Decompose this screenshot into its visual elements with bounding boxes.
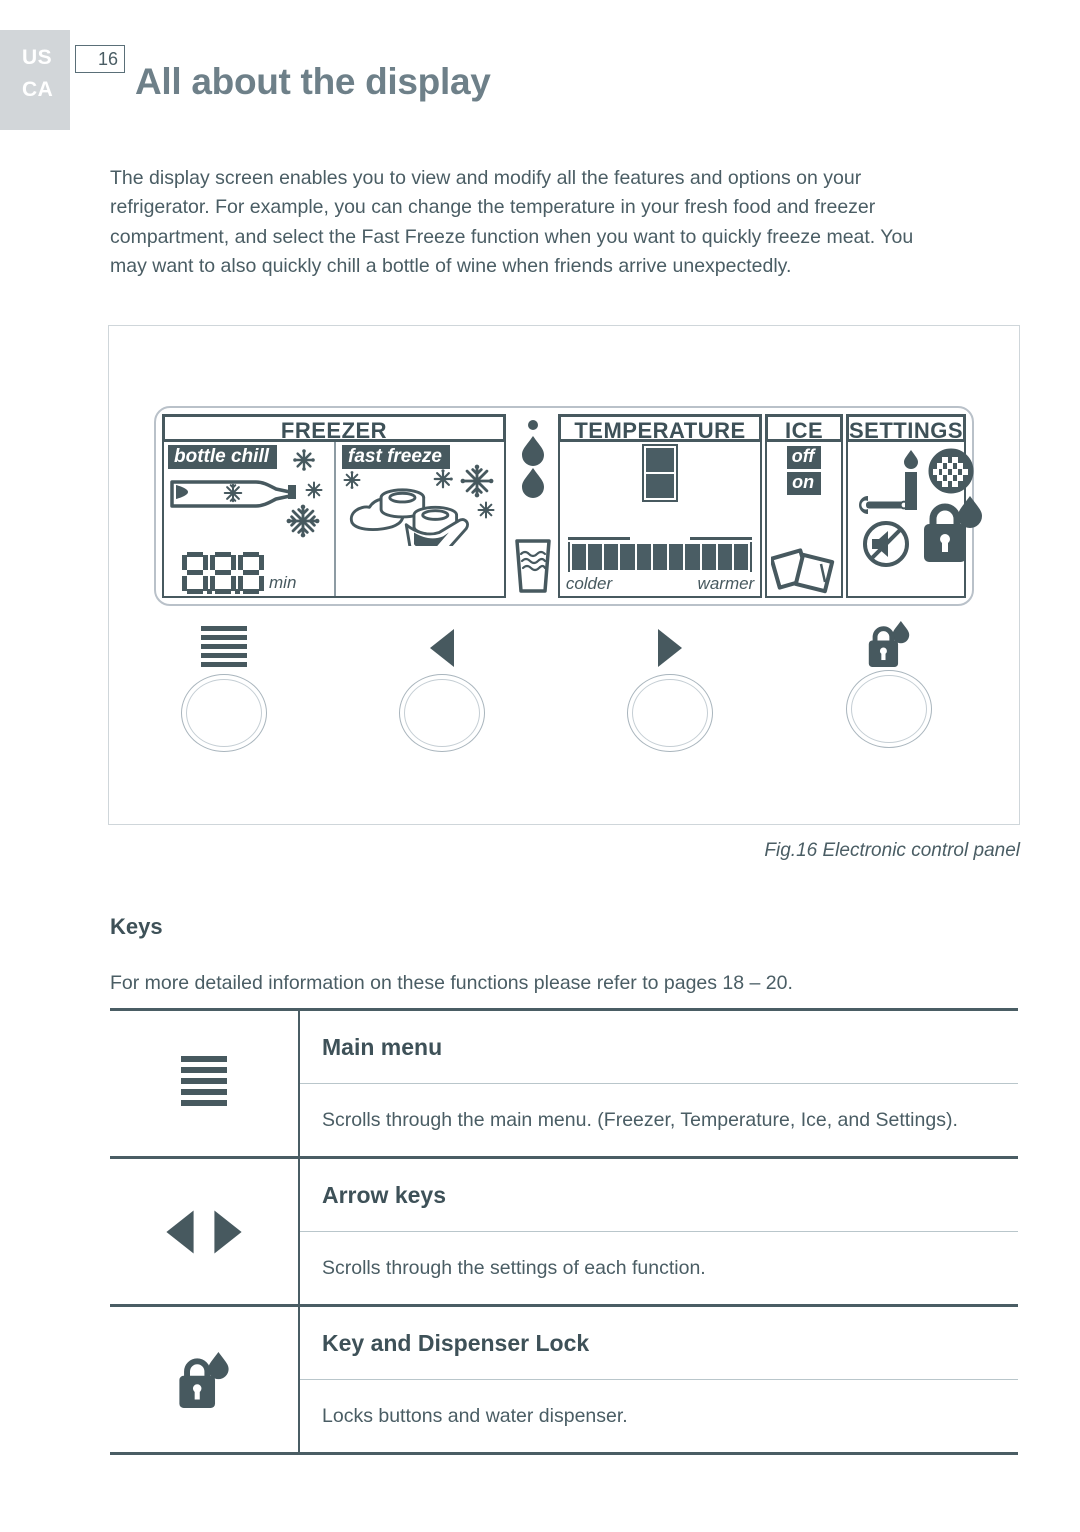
button-surface[interactable] — [627, 674, 713, 752]
temperature-title: TEMPERATURE — [557, 414, 763, 443]
table-row: Arrow keys Scrolls through the settings … — [110, 1159, 1018, 1307]
lcd-section-freezer: FREEZER bottle chill min fast freeze — [162, 414, 506, 598]
snowflake-icon — [293, 449, 315, 471]
arrow-right-icon — [658, 629, 682, 667]
key-icon-arrow-keys — [110, 1159, 300, 1304]
water-dispenser-indicator — [510, 414, 556, 598]
water-drops-icon — [521, 420, 544, 498]
lcd-section-temperature: TEMPERATURE colder warmer — [557, 414, 763, 598]
page-number: 16 — [75, 45, 125, 73]
bottle-chill-timer: min — [182, 552, 296, 594]
lock-drop-icon — [868, 621, 910, 667]
timer-digit — [182, 552, 212, 594]
region-us: US — [22, 46, 53, 69]
snowflake-icon — [286, 504, 320, 538]
keys-note: For more detailed information on these f… — [110, 971, 793, 994]
button-surface[interactable] — [181, 674, 267, 752]
figure-caption: Fig.16 Electronic control panel — [764, 840, 1020, 861]
colder-label: colder — [565, 574, 613, 593]
temperature-segment — [652, 544, 668, 570]
fast-freeze-cell: fast freeze — [336, 442, 504, 596]
temperature-segment — [620, 544, 635, 570]
key-icon-lock — [110, 1307, 300, 1452]
button-surface[interactable] — [846, 670, 932, 748]
lcd-display: FREEZER bottle chill min fast freeze TEM… — [154, 406, 982, 606]
key-title: Main menu — [300, 1011, 1018, 1084]
button-main-menu[interactable] — [174, 625, 274, 752]
temperature-segment — [717, 544, 733, 570]
frozen-food-icon — [349, 488, 469, 546]
arrow-left-icon — [430, 629, 454, 667]
arrow-left-icon — [166, 1209, 194, 1254]
water-glass-icon — [515, 539, 551, 593]
timer-digit — [210, 552, 240, 594]
key-description: Scrolls through the settings of each fun… — [322, 1256, 706, 1279]
temperature-segment — [701, 544, 716, 570]
candle-icon — [903, 450, 918, 510]
bottle-chill-label: bottle chill — [168, 445, 277, 469]
temperature-segment — [734, 544, 749, 570]
ice-title: ICE — [765, 414, 843, 443]
button-right-arrow[interactable] — [620, 626, 720, 752]
fridge-compartment-icon — [642, 444, 679, 502]
intro-paragraph: The display screen enables you to view a… — [110, 166, 914, 278]
lock-drop-icon — [179, 1351, 229, 1408]
keys-heading: Keys — [110, 914, 163, 940]
button-left-arrow[interactable] — [392, 626, 492, 752]
bottle-chill-cell: bottle chill min — [164, 442, 336, 596]
warmer-label: warmer — [697, 574, 755, 593]
button-key-lock[interactable] — [839, 621, 939, 748]
table-row: Key and Dispenser Lock Locks buttons and… — [110, 1307, 1018, 1455]
hamburger-icon — [201, 625, 247, 671]
lock-drop-icon — [923, 496, 982, 562]
snowflake-icon — [223, 483, 243, 503]
snowflake-icon — [305, 481, 323, 499]
lcd-section-ice: ICE off on — [765, 414, 843, 598]
ice-on-label: on — [787, 472, 822, 495]
button-surface[interactable] — [399, 674, 485, 752]
key-icon-main-menu — [110, 1011, 300, 1156]
key-description: Locks buttons and water dispenser. — [322, 1404, 628, 1427]
keys-table: Main menu Scrolls through the main menu.… — [110, 1008, 1018, 1455]
lcd-section-settings: SETTINGS — [845, 414, 982, 598]
temperature-segment — [588, 544, 603, 570]
temperature-segment — [571, 544, 587, 570]
table-row: Main menu Scrolls through the main menu.… — [110, 1011, 1018, 1159]
fast-freeze-label: fast freeze — [342, 445, 450, 469]
arrow-right-icon — [214, 1209, 242, 1254]
timer-unit-label: min — [269, 573, 297, 592]
region-ca: CA — [22, 78, 54, 101]
temperature-bar-segments — [567, 542, 753, 572]
page-title: All about the display — [135, 60, 491, 102]
ice-cubes-icon — [771, 548, 835, 594]
timer-digit — [238, 552, 264, 594]
ice-off-label: off — [786, 446, 822, 469]
key-title: Key and Dispenser Lock — [300, 1307, 1018, 1380]
mute-icon — [862, 521, 909, 567]
temperature-segment — [685, 544, 700, 570]
filter-mesh-icon — [928, 448, 974, 494]
temperature-scale — [567, 537, 753, 572]
settings-title: SETTINGS — [845, 414, 966, 443]
key-title: Arrow keys — [300, 1159, 1018, 1232]
region-tab: US CA — [0, 30, 70, 130]
freezer-title: FREEZER — [162, 414, 506, 443]
temperature-segment — [636, 544, 651, 570]
figure-electronic-control-panel: FREEZER bottle chill min fast freeze TEM… — [108, 325, 1020, 825]
key-description: Scrolls through the main menu. (Freezer,… — [322, 1108, 958, 1131]
temperature-segment — [669, 544, 684, 570]
hamburger-icon — [181, 1056, 227, 1111]
temperature-segment — [604, 544, 619, 570]
